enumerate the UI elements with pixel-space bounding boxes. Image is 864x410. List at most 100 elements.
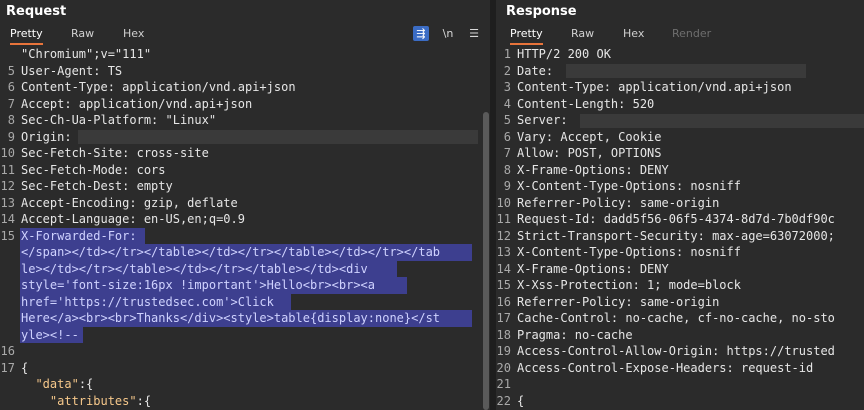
line-content: Vary: Accept, Cookie [517, 129, 662, 146]
header-value: https://trusted [719, 344, 835, 358]
header-name: Referrer-Policy: [517, 294, 633, 309]
header-value: style='font-size:16px !important'>Hello<… [21, 278, 376, 292]
response-tab-hex[interactable]: Hex [623, 26, 644, 43]
header-value: dadd5f56-06f5-4374-8d7d-7b0df90c [596, 212, 835, 226]
code-line: 6 Vary: Accept, Cookie [496, 129, 864, 146]
header-name: Cache-Control: [517, 311, 619, 325]
request-tab-pretty[interactable]: Pretty [10, 26, 43, 45]
code-line: 22 { [496, 393, 864, 410]
header-name: Server: [517, 113, 568, 127]
header-value: </span></td></tr></table></td></tr></tab… [21, 245, 441, 259]
header-name: X-Frame-Options: [517, 261, 633, 276]
line-content: "Chromium";v="111" [21, 46, 151, 63]
line-content: "attributes":{ [21, 393, 151, 410]
response-panel: Response Pretty Raw Hex Render 1 HTTP/2 2… [496, 0, 864, 410]
code-line: 12 Sec-Fetch-Dest: empty [0, 178, 490, 195]
header-name: "data":{ [35, 377, 94, 391]
header-name: Vary: [517, 129, 554, 144]
line-number: 12 [0, 179, 15, 193]
request-tab-raw[interactable]: Raw [71, 26, 94, 43]
header-name: Sec-Fetch-Site: [21, 146, 130, 160]
code-line: 11 Request-Id: dadd5f56-06f5-4374-8d7d-7b… [496, 211, 864, 228]
header-name: "Chromium";v="111" [21, 47, 152, 61]
line-number: 3 [503, 80, 511, 94]
line-content: style='font-size:16px !important'>Hello<… [21, 277, 375, 294]
line-content: Allow: POST, OPTIONS [517, 145, 662, 162]
code-line: 16 [0, 343, 490, 360]
code-line: 17 Cache-Control: no-cache, cf-no-cache, … [496, 310, 864, 327]
header-name: Referrer-Policy: [517, 195, 633, 210]
header-value: POST, OPTIONS [560, 146, 662, 160]
line-number: 14 [496, 261, 511, 276]
line-number: 11 [496, 212, 511, 226]
header-value: same-origin [632, 294, 720, 309]
header-value: Here</a><br><br>Thanks</div><style>table… [21, 311, 441, 325]
code-line: 10 Sec-Fetch-Site: cross-site [0, 145, 490, 162]
response-editor[interactable]: 1 HTTP/2 200 OK 2 Date: 3 Content-Type: appli… [496, 46, 864, 410]
header-name: Strict-Transport-Security: [517, 228, 705, 243]
code-line: 20 Access-Control-Expose-Headers: request… [496, 360, 864, 377]
header-name: Accept-Language: [21, 212, 137, 226]
code-line: 10 Referrer-Policy: same-origin [496, 195, 864, 212]
line-content: le></td></tr></table></td></tr></table><… [21, 261, 368, 278]
line-content: Accept-Encoding: gzip, deflate [21, 195, 238, 212]
header-value: DENY [632, 162, 669, 177]
code-line: 4 Content-Length: 520 [496, 96, 864, 113]
response-tab-pretty[interactable]: Pretty [510, 26, 543, 45]
line-number: 18 [496, 327, 511, 342]
hamburger-menu-icon[interactable]: ☰ [466, 26, 482, 41]
header-value: 520 [625, 96, 655, 111]
line-number: 12 [496, 228, 511, 243]
header-value: application/vnd.api+json [71, 96, 253, 111]
header-name: Request-Id: [517, 212, 597, 226]
code-line: "data":{ [0, 376, 490, 393]
line-number: 9 [503, 179, 511, 193]
line-number: 5 [7, 63, 15, 78]
request-scrollbar[interactable] [483, 112, 489, 410]
header-name: Content-Length: [517, 96, 626, 111]
line-number: 14 [0, 212, 15, 226]
code-line: "Chromium";v="111" [0, 46, 490, 63]
line-content: Pragma: no-cache [517, 327, 633, 344]
request-panel: Request Pretty Raw Hex ⇶ \n ☰ "Chromium"… [0, 0, 490, 410]
line-content: Content-Length: 520 [517, 96, 654, 113]
header-value: "Linux" [158, 113, 217, 127]
code-line: 21 [496, 376, 864, 393]
header-name: X-Frame-Options: [517, 162, 633, 177]
line-number: 8 [503, 162, 511, 177]
line-number: 20 [496, 360, 511, 375]
line-number: 1 [503, 47, 511, 61]
code-line: 13 X-Content-Type-Options: nosniff [496, 244, 864, 261]
line-number: 7 [7, 96, 15, 111]
line-number: 4 [503, 96, 511, 111]
response-tab-raw[interactable]: Raw [571, 26, 594, 43]
header-name: X-Xss-Protection: [517, 278, 640, 292]
header-name: Accept: [21, 96, 72, 111]
line-content: Content-Type: application/vnd.api+json [517, 79, 792, 96]
header-value: empty [129, 179, 173, 193]
header-name: Accept-Encoding: [21, 195, 137, 210]
header-name: "attributes":{ [49, 393, 152, 408]
line-content: User-Agent: TS [21, 63, 122, 80]
request-tab-hex[interactable]: Hex [123, 26, 144, 43]
header-name: Content-Type: [21, 80, 115, 94]
code-line: 15 X-Xss-Protection: 1; mode=block [496, 277, 864, 294]
line-number: 17 [496, 311, 511, 325]
response-tab-render[interactable]: Render [672, 26, 711, 43]
header-value: cors [129, 162, 166, 177]
header-value: gzip, deflate [136, 195, 238, 210]
request-editor[interactable]: "Chromium";v="111" 5 User-Agent: TS 6 Conten… [0, 46, 490, 410]
header-value: application/vnd.api+json [114, 80, 296, 94]
header-value: max-age=63072000; [704, 228, 835, 243]
code-line: style='font-size:16px !important'>Hello<… [0, 277, 490, 294]
code-line: 8 Sec-Ch-Ua-Platform: "Linux" [0, 112, 490, 129]
code-line: 17 { [0, 360, 490, 377]
show-newlines-button[interactable]: \n [440, 26, 456, 41]
wrap-lines-icon[interactable]: ⇶ [413, 26, 429, 41]
line-number: 15 [0, 228, 15, 243]
line-number: 6 [503, 129, 511, 144]
line-content: "data":{ [21, 376, 93, 393]
line-number: 7 [503, 146, 511, 160]
code-line: "attributes":{ [0, 393, 490, 410]
request-title: Request [6, 4, 67, 19]
